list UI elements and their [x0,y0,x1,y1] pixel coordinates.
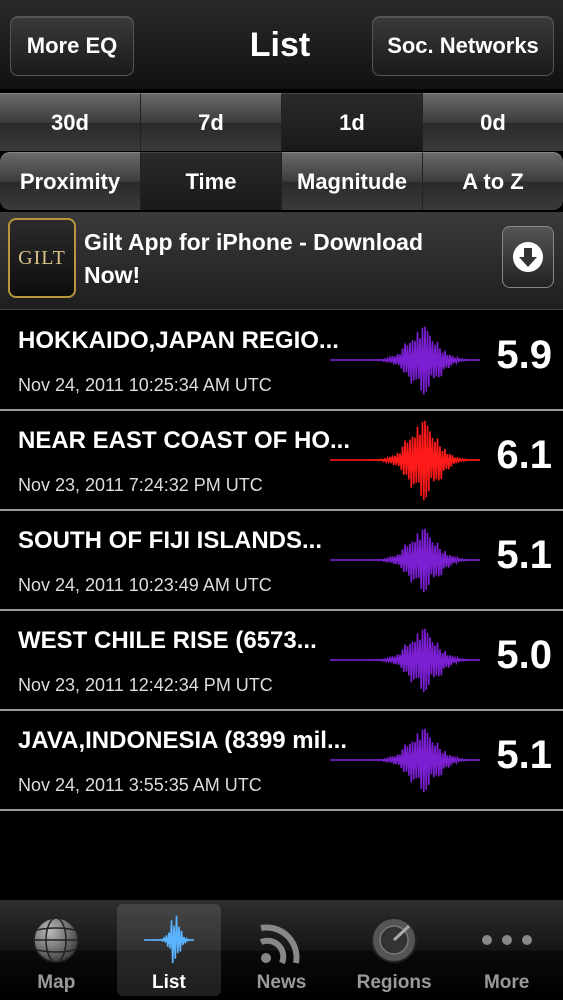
globe-icon [33,917,80,963]
seismic-wave-icon [143,915,194,964]
sort-magnitude[interactable]: Magnitude [282,152,423,210]
more-dots-icon [481,935,532,945]
earthquake-location: WEST CHILE RISE (6573... [18,627,317,654]
tab-map[interactable]: Map [0,900,113,1000]
tab-bar: Map List News Regions More [0,900,563,1000]
segment-7d[interactable]: 7d [141,93,282,151]
earthquake-location: HOKKAIDO,JAPAN REGIO... [18,327,339,354]
ad-line-2: Now! [84,262,141,288]
earthquake-time: Nov 24, 2011 10:25:34 AM UTC [18,375,272,395]
tab-label: List [152,972,186,993]
ad-banner[interactable]: GILT Gilt App for iPhone - Download Now! [0,212,563,310]
earthquake-magnitude: 5.0 [496,633,552,677]
earthquake-magnitude: 6.1 [496,433,552,477]
tab-more[interactable]: More [450,900,563,1000]
earthquake-time: Nov 24, 2011 3:55:35 AM UTC [18,775,262,795]
list-item[interactable]: SOUTH OF FIJI ISLANDS... Nov 24, 2011 10… [0,511,563,611]
sort-segmented-control: Proximity Time Magnitude A to Z [0,152,563,210]
earthquake-magnitude: 5.1 [496,733,552,777]
segment-30d[interactable]: 30d [0,93,141,151]
tab-label: Map [37,972,76,993]
seismic-wave-icon [330,628,480,693]
sort-a-to-z[interactable]: A to Z [423,152,563,210]
earthquake-magnitude: 5.1 [496,533,552,577]
segment-0d[interactable]: 0d [423,93,563,151]
more-eq-button[interactable]: More EQ [10,16,134,76]
seismic-wave-icon [330,528,480,593]
ad-download-button[interactable] [502,226,554,288]
list-item[interactable]: HOKKAIDO,JAPAN REGIO... Nov 24, 2011 10:… [0,311,563,411]
earthquake-time: Nov 23, 2011 7:24:32 PM UTC [18,475,263,495]
sort-proximity[interactable]: Proximity [0,152,141,210]
tab-regions[interactable]: Regions [338,900,451,1000]
tab-label: News [256,972,307,993]
earthquake-location: SOUTH OF FIJI ISLANDS... [18,527,323,554]
list-item[interactable]: WEST CHILE RISE (6573... Nov 23, 2011 12… [0,611,563,711]
tab-list[interactable]: List [113,900,226,1000]
download-arrow-icon [513,242,543,272]
period-segmented-control: 30d 7d 1d 0d [0,93,563,151]
sort-time[interactable]: Time [141,152,282,210]
list-item[interactable]: JAVA,INDONESIA (8399 mil... Nov 24, 2011… [0,711,563,811]
gilt-logo: GILT [8,218,76,298]
tab-label: More [483,972,530,993]
rss-feed-icon [260,924,300,965]
tab-news[interactable]: News [225,900,338,1000]
earthquake-list: HOKKAIDO,JAPAN REGIO... Nov 24, 2011 10:… [0,311,563,811]
tab-label: Regions [356,972,432,993]
navigation-bar: More EQ List Soc. Networks [0,0,563,90]
earthquake-location: NEAR EAST COAST OF HO... [18,427,351,454]
earthquake-magnitude: 5.9 [496,333,552,377]
social-networks-button[interactable]: Soc. Networks [372,16,554,76]
ad-text: Gilt App for iPhone - Download Now! [84,226,484,292]
earthquake-location: JAVA,INDONESIA (8399 mil... [18,727,347,754]
segment-1d[interactable]: 1d [282,93,423,151]
earthquake-time: Nov 24, 2011 10:23:49 AM UTC [18,575,272,595]
earthquake-time: Nov 23, 2011 12:42:34 PM UTC [18,675,273,695]
radar-icon [371,917,418,963]
ad-line-1: Gilt App for iPhone - Download [84,229,424,255]
list-item[interactable]: NEAR EAST COAST OF HO... Nov 23, 2011 7:… [0,411,563,511]
seismic-wave-icon [330,326,480,395]
seismic-wave-icon [330,420,480,501]
seismic-wave-icon [330,728,480,793]
page-title: List [249,26,311,64]
